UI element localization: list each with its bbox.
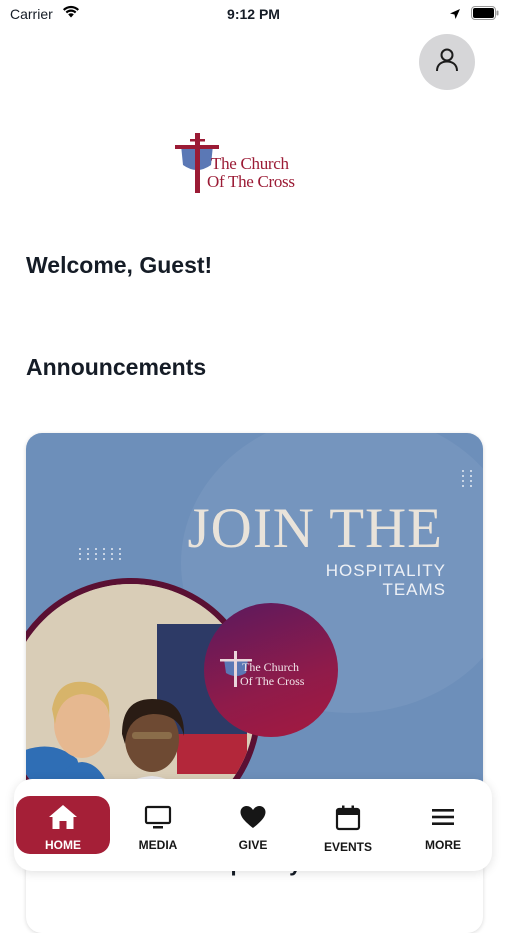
- church-logo: The Church Of The Cross: [173, 131, 338, 196]
- home-icon: [49, 805, 77, 829]
- calendar-icon: [335, 805, 361, 831]
- status-bar: Carrier 9:12 PM: [0, 0, 507, 28]
- banner-headline: JOIN THE: [187, 497, 443, 560]
- logo-line-2: Of The Cross: [207, 172, 295, 191]
- badge-line-1: The Church: [242, 660, 299, 674]
- tab-give[interactable]: GIVE: [206, 796, 300, 854]
- tab-more-label: MORE: [425, 838, 461, 852]
- profile-button[interactable]: [419, 34, 475, 90]
- welcome-heading: Welcome, Guest!: [26, 252, 213, 278]
- menu-icon: [432, 809, 454, 825]
- tab-give-label: GIVE: [238, 838, 268, 852]
- tab-media-label: MEDIA: [138, 838, 178, 852]
- announcement-banner: JOIN THE HOSPITALITY TEAMS The Church Of…: [26, 433, 483, 793]
- dot-pattern: [462, 470, 475, 487]
- announcements-heading: Announcements: [26, 354, 207, 380]
- tab-events[interactable]: EVENTS: [301, 796, 395, 854]
- heart-icon: [240, 806, 266, 828]
- location-arrow-icon: [449, 7, 461, 25]
- tab-more[interactable]: MORE: [396, 796, 490, 854]
- user-icon: [434, 47, 460, 78]
- tab-media[interactable]: MEDIA: [111, 796, 205, 854]
- bottom-tab-bar: HOME MEDIA GIVE EVENTS MORE: [14, 779, 492, 871]
- tab-home-label: HOME: [45, 838, 81, 852]
- tab-home[interactable]: HOME: [16, 796, 110, 854]
- tv-icon: [144, 805, 172, 829]
- tab-events-label: EVENTS: [323, 840, 372, 854]
- banner-subline-1: HOSPITALITY: [325, 561, 446, 580]
- logo-line-1: The Church: [211, 154, 289, 173]
- badge-line-2: Of The Cross: [240, 674, 305, 688]
- church-badge: The Church Of The Cross: [204, 603, 338, 737]
- battery-icon: [471, 6, 499, 25]
- clock: 9:12 PM: [227, 6, 280, 22]
